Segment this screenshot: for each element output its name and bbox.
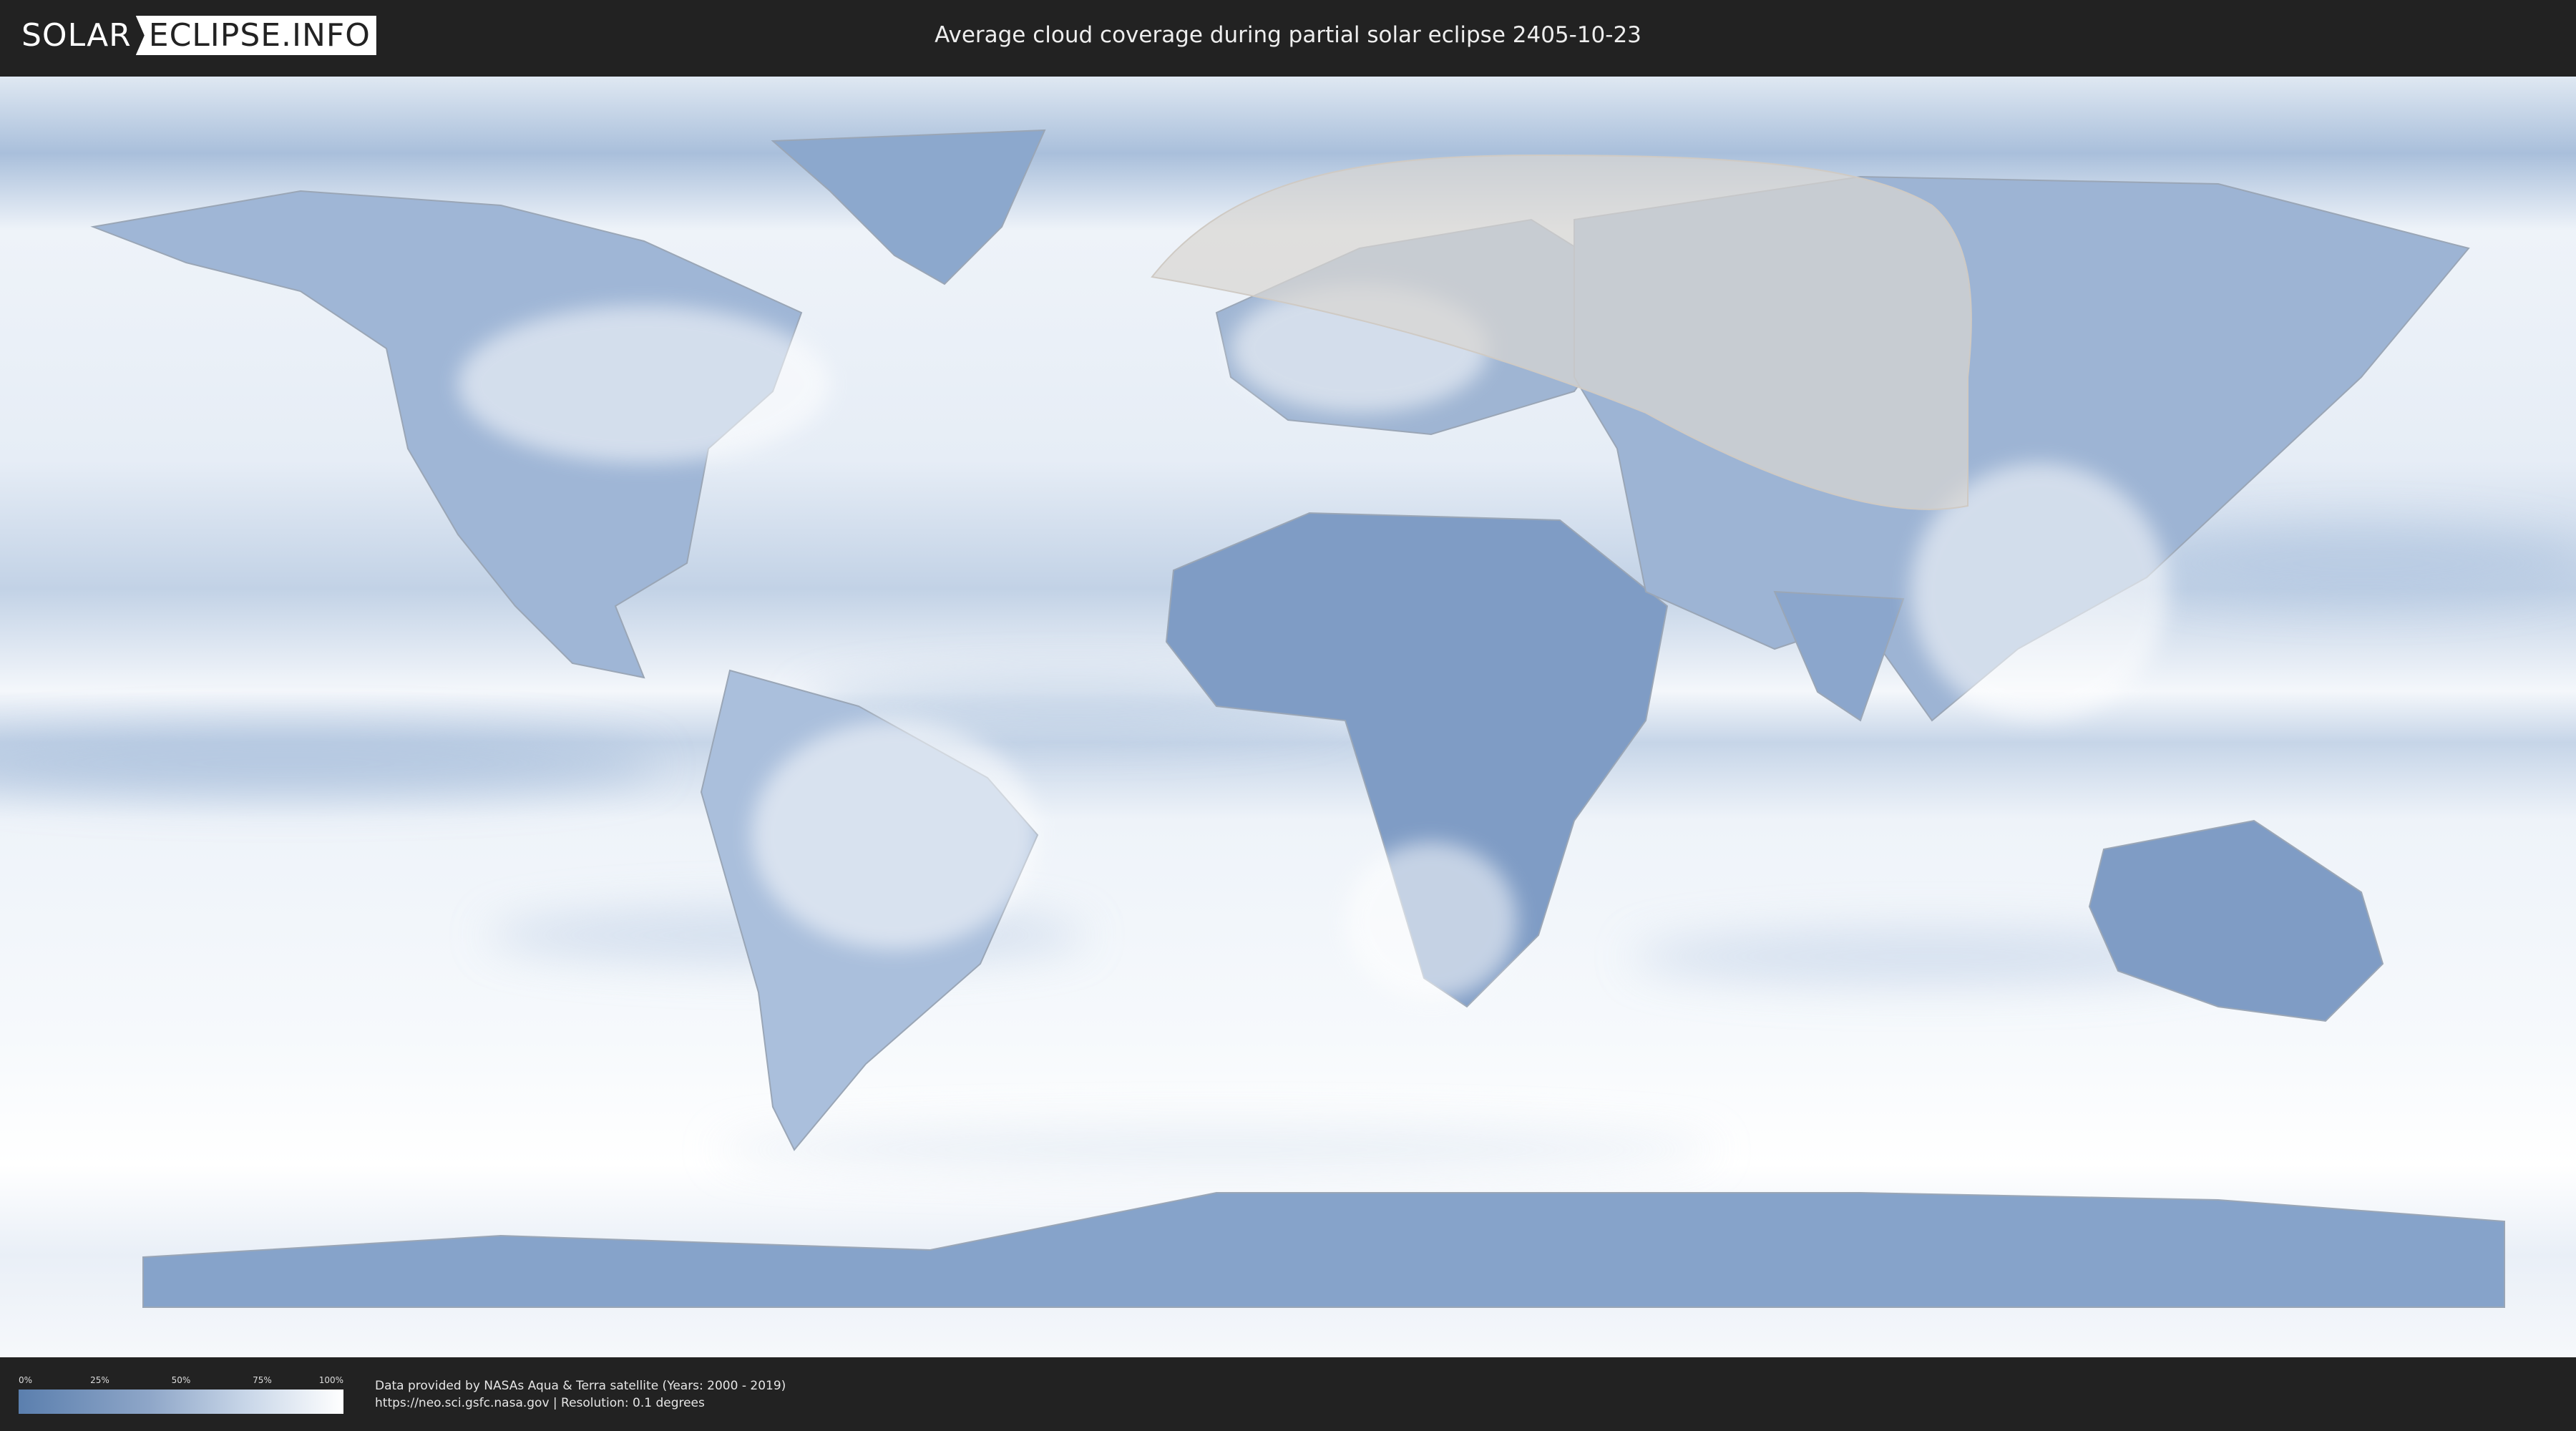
credits-url[interactable]: https://neo.sci.gsfc.nasa.gov | Resoluti… xyxy=(375,1395,786,1412)
world-map-svg xyxy=(0,77,2576,1357)
legend-tick: 50% xyxy=(171,1375,191,1385)
legend-ticks: 0% 25% 50% 75% 100% xyxy=(19,1375,343,1388)
cloud-coverage-legend: 0% 25% 50% 75% 100% xyxy=(19,1375,343,1414)
legend-tick: 0% xyxy=(19,1375,33,1385)
legend-gradient-bar xyxy=(19,1390,343,1414)
data-credits: Data provided by NASAs Aqua & Terra sate… xyxy=(375,1377,786,1412)
credits-source: Data provided by NASAs Aqua & Terra sate… xyxy=(375,1379,786,1393)
page-title: Average cloud coverage during partial so… xyxy=(935,22,1641,48)
header: SOLAR ECLIPSE.INFO Average cloud coverag… xyxy=(0,0,2576,72)
legend-tick: 75% xyxy=(253,1375,272,1385)
legend-tick: 25% xyxy=(90,1375,109,1385)
legend-tick: 100% xyxy=(318,1375,343,1385)
cloud-coverage-map xyxy=(0,77,2576,1357)
